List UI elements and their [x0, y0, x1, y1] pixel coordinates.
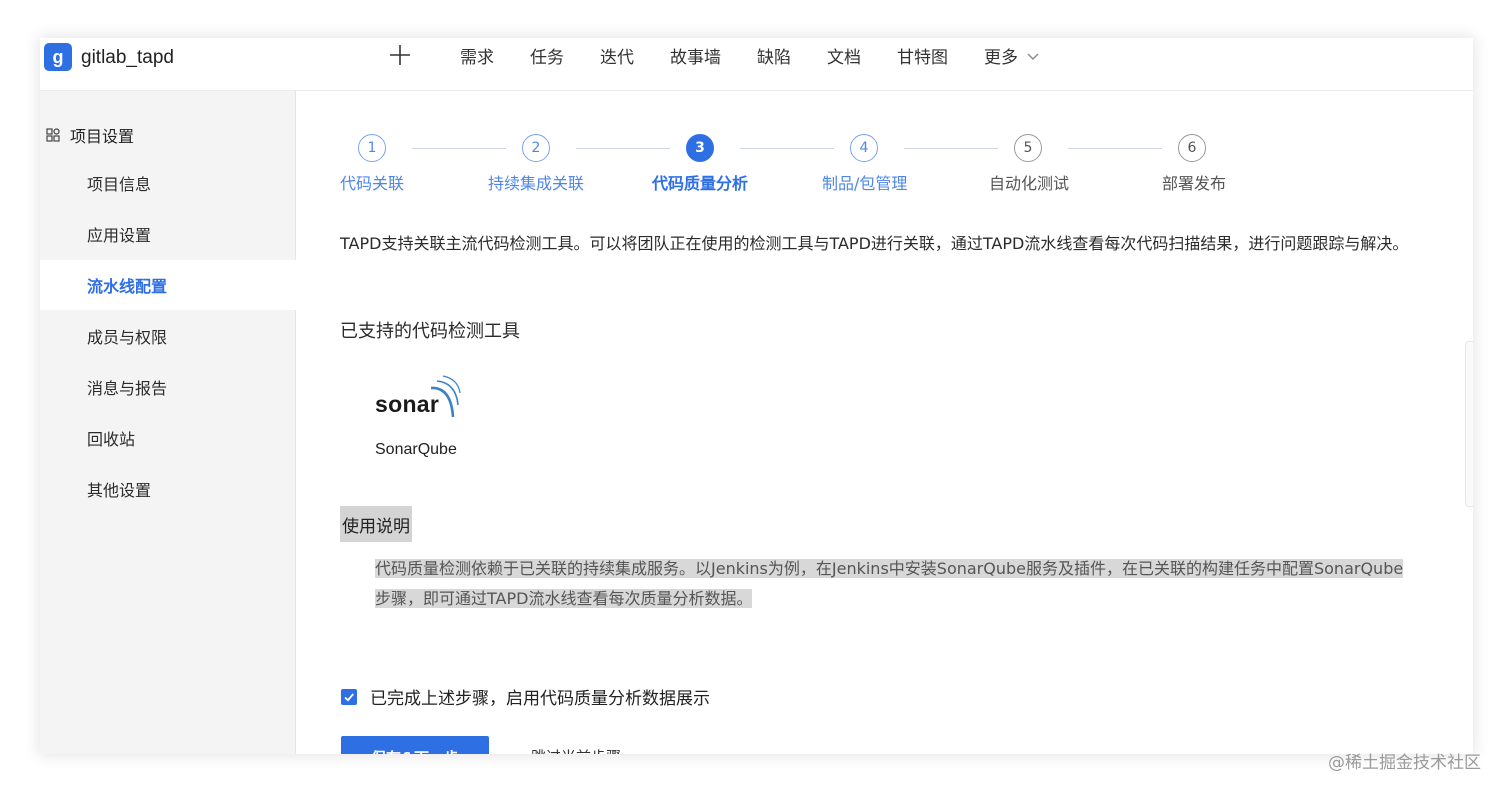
step-connector	[412, 148, 506, 149]
confirm-row[interactable]: 已完成上述步骤，启用代码质量分析数据展示	[341, 684, 710, 709]
project-logo[interactable]: g	[44, 43, 72, 71]
step-4-circle[interactable]: 4	[850, 134, 878, 162]
step-description: TAPD支持关联主流代码检测工具。可以将团队正在使用的检测工具与TAPD进行关联…	[340, 234, 1409, 253]
step-5-label[interactable]: 自动化测试	[989, 170, 1069, 194]
app-window: g gitlab_tapd 需求 任务 迭代 故事墙 缺陷 文档 甘特图 更多	[40, 38, 1473, 754]
top-bar: g gitlab_tapd 需求 任务 迭代 故事墙 缺陷 文档 甘特图 更多	[40, 38, 1473, 91]
step-connector	[1068, 148, 1162, 149]
usage-title: 使用说明	[340, 506, 412, 542]
sidebar-heading: 项目设置	[46, 123, 134, 147]
sonar-waves-icon	[430, 375, 461, 418]
sonarqube-tool-card[interactable]: sonar SonarQube	[375, 373, 485, 473]
scrollbar[interactable]	[1465, 341, 1473, 507]
sidebar-item-notifications[interactable]: 消息与报告	[40, 362, 296, 412]
step-6-label[interactable]: 部署发布	[1162, 170, 1226, 194]
check-icon	[344, 692, 354, 701]
usage-text: 代码质量检测依赖于已关联的持续集成服务。以Jenkins为例，在Jenkins中…	[375, 554, 1415, 614]
nav-more-label: 更多	[984, 48, 1018, 68]
confirm-checkbox[interactable]	[341, 688, 357, 705]
nav-item-iterations[interactable]: 迭代	[600, 43, 634, 68]
step-5-circle[interactable]: 5	[1014, 134, 1042, 162]
top-nav: 需求 任务 迭代 故事墙 缺陷 文档 甘特图 更多	[460, 43, 1076, 68]
grid-icon	[46, 128, 60, 142]
sidebar-item-members[interactable]: 成员与权限	[40, 311, 296, 361]
tool-name: SonarQube	[375, 441, 457, 458]
sidebar-item-other-settings[interactable]: 其他设置	[40, 464, 296, 514]
nav-item-tasks[interactable]: 任务	[530, 43, 564, 68]
nav-item-docs[interactable]: 文档	[827, 43, 861, 68]
step-3-circle[interactable]: 3	[686, 134, 714, 162]
plus-icon[interactable]	[389, 44, 411, 66]
confirm-label[interactable]: 已完成上述步骤，启用代码质量分析数据展示	[370, 684, 710, 709]
nav-item-story-wall[interactable]: 故事墙	[670, 43, 721, 68]
usage-text-body: 代码质量检测依赖于已关联的持续集成服务。以Jenkins为例，在Jenkins中…	[375, 559, 1404, 608]
project-name[interactable]: gitlab_tapd	[81, 47, 174, 69]
step-connector	[740, 148, 834, 149]
nav-item-more[interactable]: 更多	[984, 43, 1040, 68]
step-connector	[576, 148, 670, 149]
step-2-circle[interactable]: 2	[522, 134, 550, 162]
nav-item-gantt[interactable]: 甘特图	[897, 43, 948, 68]
sidebar: 项目设置 项目信息 应用设置 流水线配置 成员与权限 消息与报告 回收站 其他设…	[40, 91, 296, 754]
sidebar-item-recycle-bin[interactable]: 回收站	[40, 413, 296, 463]
sidebar-heading-label: 项目设置	[70, 127, 135, 146]
tools-section-title: 已支持的代码检测工具	[340, 321, 520, 342]
nav-item-requirements[interactable]: 需求	[460, 43, 494, 68]
step-connector	[904, 148, 998, 149]
step-6-circle[interactable]: 6	[1178, 134, 1206, 162]
step-3-label[interactable]: 代码质量分析	[652, 170, 748, 194]
step-4-label[interactable]: 制品/包管理	[822, 170, 907, 194]
skip-step-link[interactable]: 跳过当前步骤	[531, 746, 621, 754]
step-1-circle[interactable]: 1	[358, 134, 386, 162]
chevron-down-icon	[1027, 53, 1039, 60]
step-progress: 1 2 3 4 5 6 代码关联 持续集成关联 代码质量分析 制品/包管理 自动…	[297, 91, 1473, 201]
save-next-button[interactable]: 保存&下一步	[341, 736, 489, 754]
watermark: @稀土掘金技术社区	[1328, 753, 1481, 773]
sidebar-item-project-info[interactable]: 项目信息	[40, 158, 296, 208]
nav-item-bugs[interactable]: 缺陷	[757, 43, 791, 68]
step-2-label[interactable]: 持续集成关联	[488, 170, 584, 194]
main-content: 1 2 3 4 5 6 代码关联 持续集成关联 代码质量分析 制品/包管理 自动…	[297, 91, 1473, 754]
step-1-label[interactable]: 代码关联	[340, 170, 404, 194]
sidebar-item-app-settings[interactable]: 应用设置	[40, 209, 296, 259]
sidebar-item-pipeline-config[interactable]: 流水线配置	[40, 260, 296, 310]
